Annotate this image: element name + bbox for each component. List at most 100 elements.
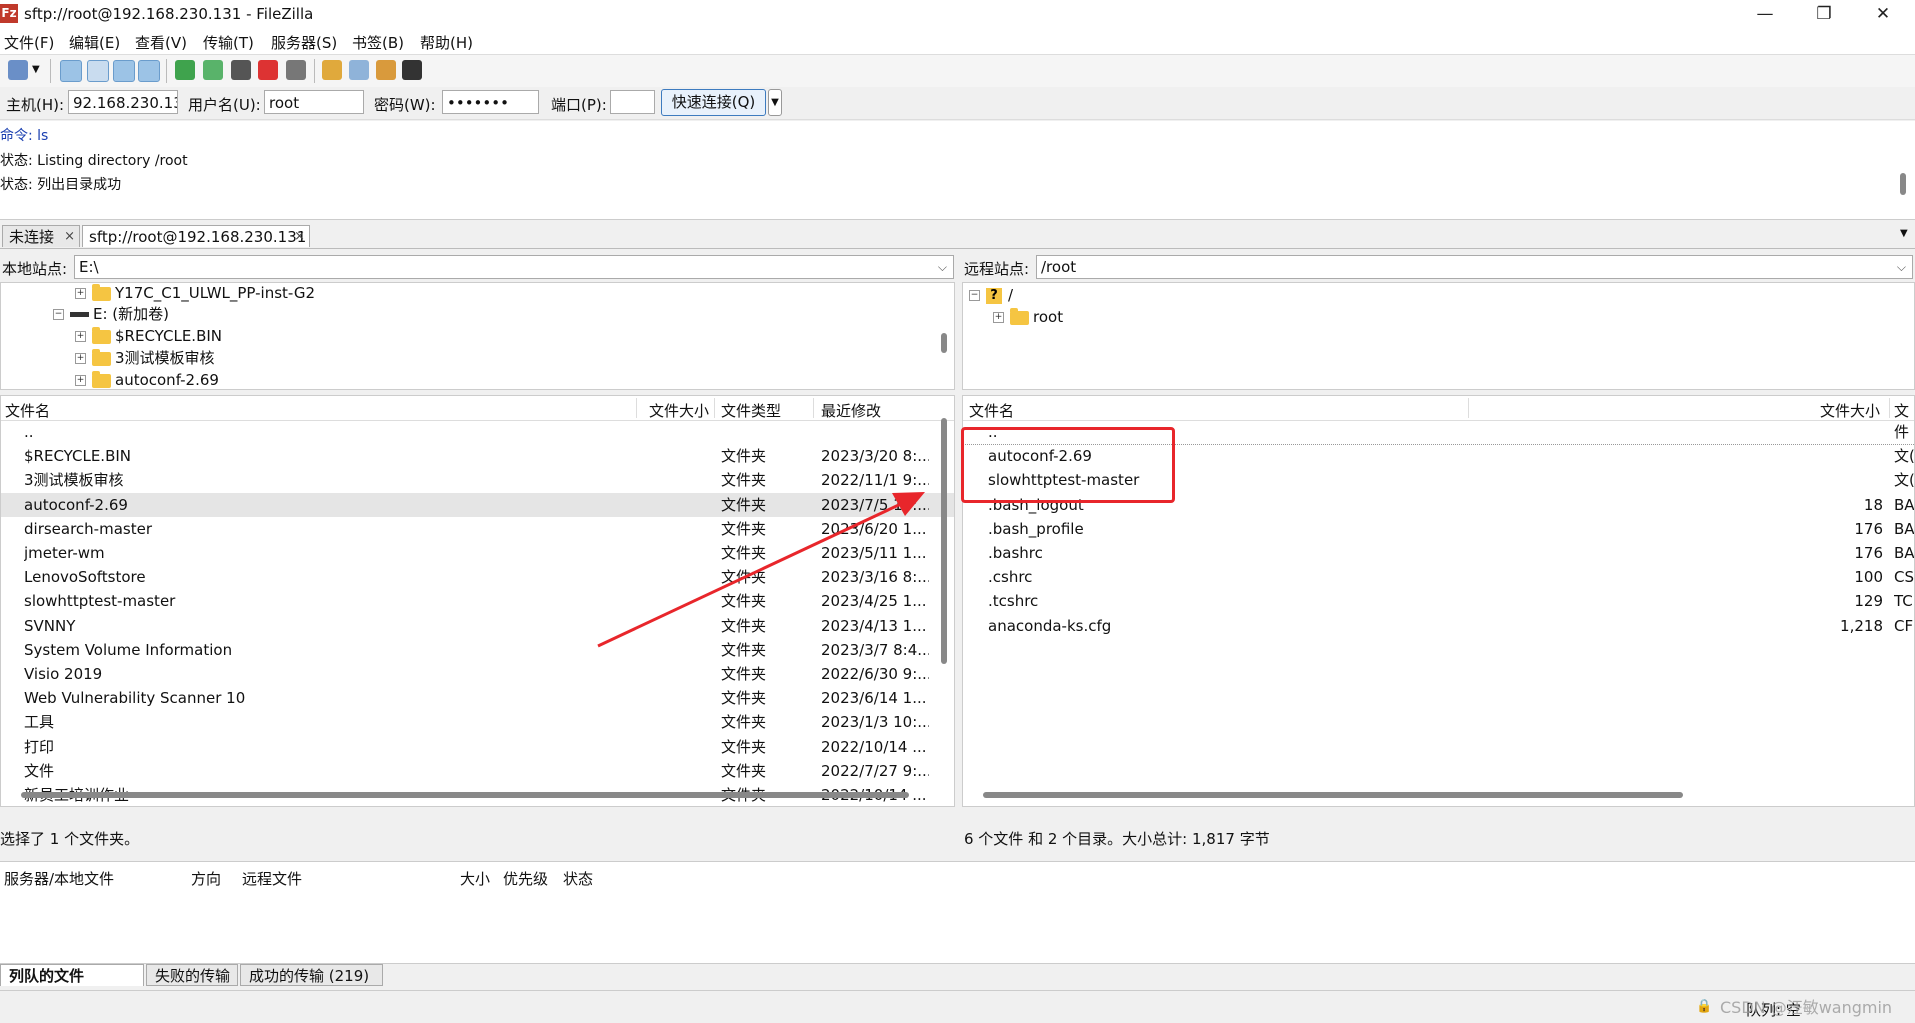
filter-icon[interactable] [322, 60, 342, 80]
tabs-menu-icon[interactable]: ▼ [1900, 228, 1908, 239]
compare-icon[interactable] [376, 60, 396, 80]
menu-file[interactable]: 文件(F) [4, 32, 54, 53]
remote-list-hscrollbar[interactable] [983, 792, 1683, 798]
tab-not-connected[interactable]: 未连接 × [2, 225, 80, 247]
host-input[interactable]: 92.168.230.131 [68, 90, 178, 114]
search-icon[interactable] [402, 60, 422, 80]
host-label: 主机(H): [6, 96, 65, 114]
disconnect-icon[interactable] [258, 60, 278, 80]
local-tree-scrollbar[interactable] [941, 333, 947, 353]
toggle-local-tree-icon[interactable] [87, 60, 109, 82]
local-file-row[interactable]: Web Vulnerability Scanner 10 文件夹 2023/6/14… [1, 686, 954, 710]
file-name: 工具 [24, 713, 55, 732]
file-size: 176 [1854, 519, 1883, 538]
menu-server[interactable]: 服务器(S) [271, 32, 337, 53]
local-path-input[interactable]: E:\ ⌵ [74, 255, 954, 279]
refresh-icon[interactable] [175, 60, 195, 80]
tree-node[interactable]: + root [993, 307, 1063, 327]
tree-node[interactable]: + $RECYCLE.BIN [75, 326, 222, 346]
file-type: 文件夹 [721, 544, 767, 562]
remote-file-row[interactable]: .bash_profile 176 BA [963, 517, 1914, 541]
tab-successful-transfers[interactable]: 成功的传输 (219) [240, 964, 383, 986]
remote-file-row[interactable]: .cshrc 100 CS [963, 565, 1914, 589]
sync-browsing-icon[interactable] [349, 60, 369, 80]
file-name: dirsearch-master [24, 519, 152, 538]
cancel-icon[interactable] [231, 60, 251, 80]
minimize-button[interactable]: — [1737, 0, 1793, 28]
local-file-row[interactable]: 打印 文件夹 2022/10/14 ... [1, 735, 954, 759]
log-line: 状态: 列出目录成功 [0, 177, 122, 193]
queue-col-direction[interactable]: 方向 [191, 868, 221, 889]
local-file-row[interactable]: slowhttptest-master 文件夹 2023/4/25 1... [1, 589, 954, 613]
queue-col-priority[interactable]: 优先级 [503, 868, 548, 889]
local-file-row[interactable]: autoconf-2.69 文件夹 2023/7/5 16:... [1, 492, 954, 517]
local-file-row[interactable]: dirsearch-master 文件夹 2023/6/20 1... [1, 517, 954, 541]
queue-col-size[interactable]: 大小 [460, 868, 490, 889]
site-manager-icon[interactable] [8, 60, 28, 80]
reconnect-icon[interactable] [286, 60, 306, 80]
close-tab-icon[interactable]: × [64, 226, 75, 248]
chevron-down-icon[interactable]: ⌵ [1897, 256, 1906, 278]
tree-node[interactable]: + autoconf-2.69 [75, 370, 219, 389]
tab-sftp-connection[interactable]: sftp://root@192.168.230.131 × [82, 225, 310, 247]
file-type: BA [1894, 495, 1914, 514]
chevron-down-icon[interactable]: ⌵ [938, 256, 947, 278]
process-queue-icon[interactable] [203, 60, 223, 80]
close-window-button[interactable]: ✕ [1855, 0, 1911, 28]
local-file-row[interactable]: .. [1, 420, 954, 444]
menu-view[interactable]: 查看(V) [135, 32, 187, 53]
log-scrollbar[interactable] [1900, 173, 1906, 195]
local-file-row[interactable]: System Volume Information 文件夹 2023/3/7 8:4… [1, 638, 954, 662]
local-file-row[interactable]: Visio 2019 文件夹 2022/6/30 9:... [1, 662, 954, 686]
remote-file-row[interactable]: .bashrc 176 BA [963, 541, 1914, 565]
local-file-row[interactable]: 3测试模板审核 文件夹 2022/11/1 9:... [1, 468, 954, 492]
password-input[interactable]: ••••••• [442, 90, 539, 114]
menu-edit[interactable]: 编辑(E) [69, 32, 120, 53]
menu-bookmarks[interactable]: 书签(B) [352, 32, 404, 53]
local-file-row[interactable]: 工具 文件夹 2023/1/3 10:... [1, 710, 954, 734]
remote-file-row[interactable]: .tcshrc 129 TC [963, 589, 1914, 613]
tab-failed-transfers[interactable]: 失败的传输 [146, 964, 238, 986]
toggle-log-icon[interactable] [60, 60, 82, 82]
tree-node-drive[interactable]: − E: (新加卷) [53, 304, 169, 324]
column-type[interactable]: 文件类型 [721, 400, 781, 421]
file-modified: 2023/5/11 1... [821, 544, 927, 562]
message-log: 命令: ls 状态: Listing directory /root 状态: 列… [0, 121, 1915, 220]
toggle-remote-tree-icon[interactable] [113, 60, 135, 82]
port-input[interactable] [610, 90, 655, 114]
column-name[interactable]: 文件名 [969, 400, 1014, 421]
local-file-row[interactable]: SVNNY 文件夹 2023/4/13 1... [1, 614, 954, 638]
tab-queued-files[interactable]: 列队的文件 [0, 964, 144, 986]
column-size[interactable]: 文件大小 [1820, 400, 1880, 421]
column-modified[interactable]: 最近修改 [821, 400, 881, 421]
local-file-row[interactable]: LenovoSoftstore 文件夹 2023/3/16 8:... [1, 565, 954, 589]
file-size: 18 [1863, 495, 1883, 514]
file-type: 文件夹 [721, 616, 767, 635]
queue-col-status[interactable]: 状态 [563, 868, 593, 889]
tree-node[interactable]: +3测试模板审核 [75, 348, 215, 368]
quickconnect-button[interactable]: 快速连接(Q) [661, 89, 766, 116]
file-name: SVNNY [24, 616, 76, 635]
quickconnect-history-dropdown[interactable]: ▼ [768, 89, 782, 116]
queue-col-server-local[interactable]: 服务器/本地文件 [4, 868, 114, 889]
remote-file-row[interactable]: anaconda-ks.cfg 1,218 CF [963, 614, 1914, 638]
sort-ascending-icon: ^ [314, 395, 323, 403]
toggle-queue-icon[interactable] [138, 60, 160, 82]
local-file-row[interactable]: 文件 文件夹 2022/7/27 9:... [1, 759, 954, 783]
file-name: 打印 [24, 737, 55, 756]
menu-transfer[interactable]: 传输(T) [203, 32, 254, 53]
local-list-vscrollbar[interactable] [941, 418, 947, 664]
local-file-row[interactable]: jmeter-wm 文件夹 2023/5/11 1... [1, 541, 954, 565]
queue-col-remote[interactable]: 远程文件 [242, 868, 302, 889]
local-file-row[interactable]: $RECYCLE.BIN 文件夹 2023/3/20 8:... [1, 444, 954, 468]
column-name[interactable]: 文件名 [5, 400, 50, 421]
username-input[interactable]: root [264, 90, 364, 114]
maximize-button[interactable]: ❐ [1796, 0, 1852, 28]
close-tab-icon[interactable]: × [294, 226, 305, 248]
tree-node-root[interactable]: −? / [969, 285, 1013, 305]
menu-help[interactable]: 帮助(H) [420, 32, 473, 53]
local-list-hscrollbar[interactable] [21, 792, 909, 798]
tree-node[interactable]: + Y17C_C1_ULWL_PP-inst-G2 [75, 283, 315, 303]
column-size[interactable]: 文件大小 [649, 400, 709, 421]
remote-path-input[interactable]: /root ⌵ [1036, 255, 1913, 279]
